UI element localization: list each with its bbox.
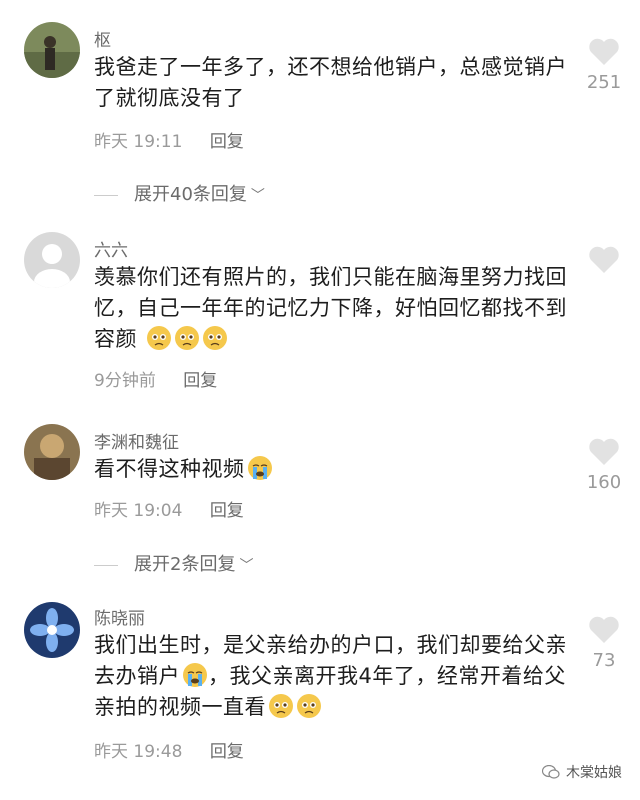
pleading-emoji-icon — [147, 326, 172, 350]
crying-emoji-icon — [183, 663, 207, 687]
crying-emoji-icon — [247, 456, 272, 480]
like-button[interactable] — [581, 246, 627, 274]
username[interactable]: 陈晓丽 — [94, 604, 145, 629]
reply-button[interactable]: 回复 — [210, 742, 244, 762]
pleading-emoji-icon — [297, 694, 321, 718]
avatar[interactable] — [24, 424, 80, 480]
wechat-icon — [542, 765, 560, 779]
reply-button[interactable]: 回复 — [183, 371, 217, 391]
timestamp: 昨天 19:04 — [94, 501, 183, 521]
avatar[interactable] — [24, 602, 80, 658]
heart-icon — [589, 438, 619, 465]
watermark-text: 木棠姑娘 — [566, 765, 622, 781]
heart-icon — [589, 616, 619, 643]
pleading-emoji-icon — [203, 326, 228, 350]
like-count: 160 — [586, 472, 622, 493]
timestamp: 昨天 19:11 — [94, 132, 183, 152]
expand-label: 展开40条回复 — [134, 184, 247, 205]
emoji-group — [137, 326, 228, 351]
comment-meta: 昨天 19:48 回复 — [94, 737, 244, 762]
heart-icon — [589, 246, 619, 273]
pleading-emoji-icon — [269, 694, 293, 718]
expand-replies-button[interactable]: 展开40条回复 ﹀ — [94, 180, 265, 206]
username[interactable]: 枢 — [94, 26, 111, 51]
heart-icon — [589, 38, 619, 65]
comment-text: 我们出生时，是父亲给办的户口，我们却要给父亲去办销户 ，我父亲离开我4年了，经常开… — [94, 630, 574, 723]
expand-label: 展开2条回复 — [134, 554, 236, 575]
like-button[interactable]: 73 — [581, 616, 627, 671]
username[interactable]: 李渊和魏征 — [94, 428, 179, 453]
like-count: 73 — [592, 650, 616, 671]
comment-text-body: 看不得这种视频 — [94, 457, 245, 481]
reply-button[interactable]: 回复 — [210, 132, 244, 152]
avatar[interactable] — [24, 232, 80, 288]
like-button[interactable]: 160 — [581, 438, 627, 493]
like-count: 251 — [586, 72, 622, 93]
comment-text: 看不得这种视频 — [94, 454, 574, 485]
divider-line — [94, 194, 118, 196]
divider-line — [94, 564, 118, 566]
reply-button[interactable]: 回复 — [210, 501, 244, 521]
expand-replies-button[interactable]: 展开2条回复 ﹀ — [94, 550, 253, 576]
watermark: 木棠姑娘 — [542, 762, 622, 782]
comment-meta: 9分钟前 回复 — [94, 366, 217, 391]
pleading-emoji-icon — [175, 326, 200, 350]
comment-text: 羡慕你们还有照片的，我们只能在脑海里努力找回忆，自己一年年的记忆力下降，好怕回忆… — [94, 262, 574, 355]
timestamp: 9分钟前 — [94, 371, 156, 391]
chevron-down-icon: ﹀ — [250, 188, 265, 204]
avatar[interactable] — [24, 22, 80, 78]
like-button[interactable]: 251 — [581, 38, 627, 93]
chevron-down-icon: ﹀ — [239, 558, 254, 574]
comment-text: 我爸走了一年多了，还不想给他销户，总感觉销户了就彻底没有了 — [94, 55, 567, 110]
comment-meta: 昨天 19:04 回复 — [94, 496, 244, 521]
timestamp: 昨天 19:48 — [94, 742, 183, 762]
comment-meta: 昨天 19:11 回复 — [94, 127, 244, 152]
username[interactable]: 六六 — [94, 236, 128, 261]
